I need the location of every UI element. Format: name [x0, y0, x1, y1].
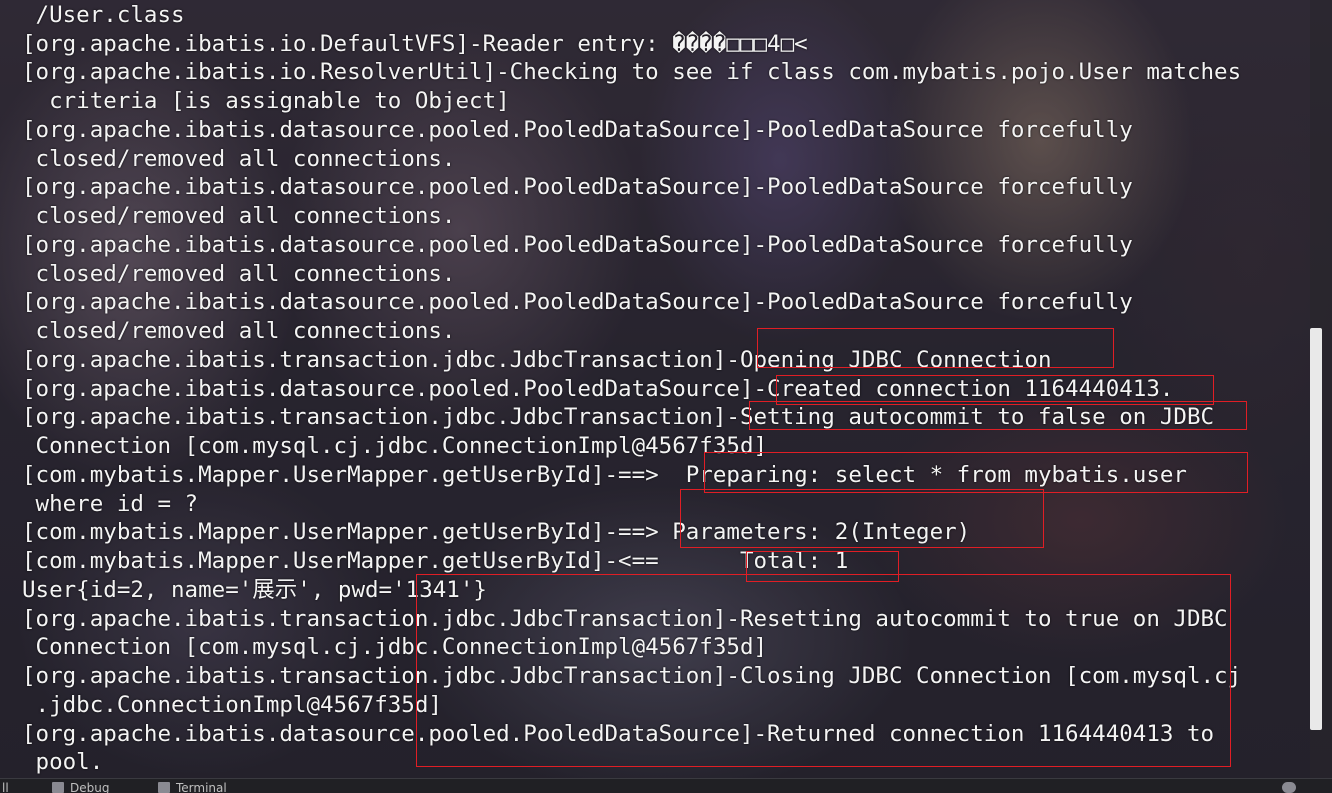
highlight-box-autocommit-false: [749, 401, 1247, 430]
event-log-icon[interactable]: [1282, 782, 1296, 793]
terminal-icon: [158, 782, 170, 793]
console-line: [org.apache.ibatis.datasource.pooled.Poo…: [22, 289, 1133, 315]
debug-icon: [52, 782, 64, 793]
console-line: pool.: [22, 749, 104, 775]
highlight-box-preparing-sql: [704, 452, 1248, 493]
tab-debug[interactable]: Debug: [70, 779, 109, 793]
console-line: closed/removed all connections.: [22, 261, 456, 287]
bottom-tool-window-bar: ll Debug Terminal: [0, 778, 1332, 793]
statusbar-left-text: ll: [2, 781, 9, 793]
highlight-box-result-and-close: [416, 574, 1231, 767]
console-line: criteria [is assignable to Object]: [22, 88, 510, 114]
console-line: where id = ?: [22, 491, 199, 517]
console-line: [org.apache.ibatis.datasource.pooled.Poo…: [22, 174, 1133, 200]
console-line: /User.class: [22, 2, 185, 28]
console-line: closed/removed all connections.: [22, 203, 456, 229]
console-line: [org.apache.ibatis.datasource.pooled.Poo…: [22, 117, 1133, 143]
console-line: [org.apache.ibatis.io.DefaultVFS]-Reader…: [22, 31, 808, 57]
console-output-panel[interactable]: /User.class [org.apache.ibatis.io.Defaul…: [0, 0, 1310, 778]
highlight-box-parameters: [680, 489, 1044, 548]
tab-terminal[interactable]: Terminal: [176, 779, 227, 793]
console-line: closed/removed all connections.: [22, 146, 456, 172]
console-line: .jdbc.ConnectionImpl@4567f35d]: [22, 692, 442, 718]
console-line: [com.mybatis.Mapper.UserMapper.getUserBy…: [22, 548, 849, 574]
console-line: closed/removed all connections.: [22, 318, 456, 344]
console-line: [org.apache.ibatis.io.ResolverUtil]-Chec…: [22, 59, 1242, 85]
highlight-box-opening-connection: [757, 328, 1114, 368]
vertical-scrollbar-thumb[interactable]: [1310, 328, 1322, 730]
console-line: Connection [com.mysql.cj.jdbc.Connection…: [22, 433, 768, 459]
console-line: [org.apache.ibatis.datasource.pooled.Poo…: [22, 232, 1133, 258]
